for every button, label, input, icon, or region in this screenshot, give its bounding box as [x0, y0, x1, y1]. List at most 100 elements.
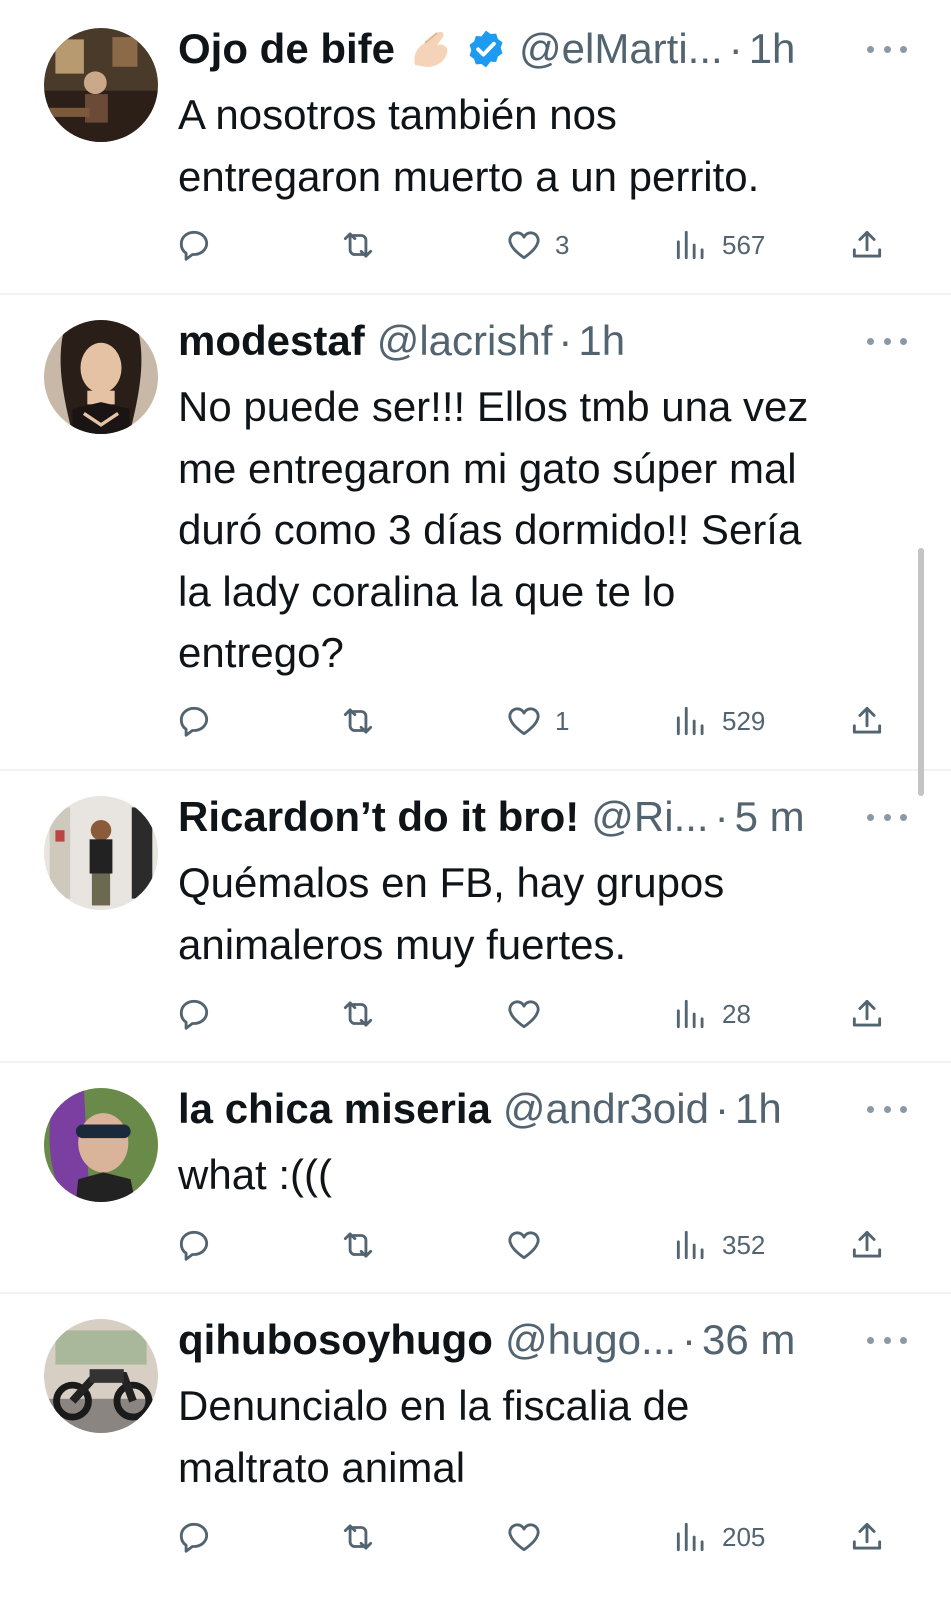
retweet-icon — [343, 1232, 373, 1258]
retweet-icon — [343, 232, 373, 258]
tweet-text: Quémalos en FB, hay grupos animaleros mu… — [178, 852, 878, 975]
reply-button[interactable] — [175, 220, 213, 270]
timestamp[interactable]: 1h — [735, 1085, 782, 1133]
display-name[interactable]: Ricardon’t do it bro! — [178, 793, 579, 841]
retweet-button[interactable] — [339, 989, 377, 1039]
retweet-button[interactable] — [339, 1220, 377, 1270]
heart-icon — [508, 1000, 540, 1029]
tweet[interactable]: Ojo de bife @elMarti... · 1h A nosotros … — [0, 0, 951, 293]
avatar[interactable] — [44, 796, 158, 910]
share-icon — [852, 1522, 882, 1550]
user-handle[interactable]: @elMarti... — [519, 25, 723, 73]
tweet-actions: 28 — [0, 989, 951, 1039]
timestamp[interactable]: 1h — [578, 317, 625, 365]
more-icon[interactable] — [867, 331, 907, 351]
avatar[interactable] — [44, 28, 158, 142]
tweet-header: la chica miseria @andr3oid · 1h — [178, 1081, 861, 1137]
tweet-header: Ricardon’t do it bro! @Ri... · 5 m — [178, 789, 861, 845]
share-icon — [852, 1230, 882, 1258]
like-button[interactable] — [505, 1512, 555, 1562]
tweet-actions: 1 529 — [0, 696, 951, 746]
scrollbar[interactable] — [918, 548, 924, 796]
tweet-text-line: duró como 3 días dormido!! Sería — [178, 506, 802, 553]
views-icon — [676, 999, 704, 1029]
reply-button[interactable] — [175, 696, 213, 746]
reply-icon — [179, 1522, 209, 1553]
retweet-button[interactable] — [339, 1512, 377, 1562]
tweet-text-line: animaleros muy fuertes. — [178, 920, 627, 968]
tweet-text-line: maltrato animal — [178, 1443, 466, 1491]
share-icon — [852, 706, 882, 734]
timestamp[interactable]: 36 m — [702, 1316, 795, 1364]
timestamp[interactable]: 1h — [749, 25, 796, 73]
views-button[interactable]: 352 — [672, 1220, 765, 1270]
display-name[interactable]: qihubosoyhugo — [178, 1316, 493, 1364]
tweet-text-line: entregaron muerto a un perrito. — [178, 152, 760, 200]
tweet-actions: 3 567 — [0, 220, 951, 270]
tweet-text-line: Denuncialo en la fiscalia de — [178, 1382, 690, 1429]
share-button[interactable] — [848, 1220, 886, 1270]
avatar[interactable] — [44, 1088, 158, 1202]
user-handle[interactable]: @lacrishf — [377, 317, 553, 365]
views-icon — [676, 1230, 704, 1260]
display-name[interactable]: modestaf — [178, 317, 365, 365]
tweet-text-line: entrego? — [178, 629, 344, 676]
tweet-text-line: me entregaron mi gato súper mal — [178, 444, 797, 492]
user-handle[interactable]: @Ri... — [591, 793, 708, 841]
share-button[interactable] — [848, 220, 886, 270]
views-button[interactable]: 529 — [672, 696, 765, 746]
tweet[interactable]: la chica miseria @andr3oid · 1h what :((… — [0, 1063, 951, 1292]
more-icon[interactable] — [867, 39, 907, 59]
separator-dot: · — [682, 1316, 697, 1363]
verified-badge-icon — [465, 28, 507, 70]
retweet-button[interactable] — [339, 696, 377, 746]
separator-dot: · — [714, 793, 729, 840]
retweet-icon — [343, 708, 373, 734]
views-icon — [676, 706, 704, 736]
like-button[interactable] — [505, 989, 555, 1039]
tweet[interactable]: Ricardon’t do it bro! @Ri... · 5 m Quéma… — [0, 771, 951, 1061]
tweet-actions: 352 — [0, 1220, 951, 1270]
tweet-text: what :((( — [178, 1144, 878, 1206]
tweet-text-line: Quémalos en FB, hay grupos — [178, 859, 725, 906]
views-button[interactable]: 28 — [672, 989, 751, 1039]
like-count: 1 — [555, 705, 570, 736]
view-count: 352 — [722, 1229, 766, 1260]
avatar[interactable] — [44, 320, 158, 434]
view-count: 28 — [722, 998, 751, 1029]
heart-icon — [508, 707, 540, 736]
tweet[interactable]: modestaf @lacrishf · 1h No puede ser!!! … — [0, 295, 951, 769]
more-icon[interactable] — [867, 807, 907, 827]
reply-icon — [179, 706, 209, 737]
pinching-hand-emoji-icon — [407, 25, 455, 73]
more-icon[interactable] — [867, 1099, 907, 1119]
more-icon[interactable] — [867, 1330, 907, 1350]
retweet-button[interactable] — [339, 220, 377, 270]
like-button[interactable]: 1 — [505, 696, 569, 746]
tweet[interactable]: qihubosoyhugo @hugo... · 36 m Denuncialo… — [0, 1294, 951, 1600]
reply-button[interactable] — [175, 1512, 213, 1562]
avatar[interactable] — [44, 1319, 158, 1433]
reply-button[interactable] — [175, 989, 213, 1039]
display-name[interactable]: la chica miseria — [178, 1085, 491, 1133]
tweet-text-line: No puede ser!!! Ellos tmb una vez — [178, 383, 809, 430]
separator-dot: · — [714, 1085, 729, 1132]
separator-dot: · — [558, 317, 573, 364]
tweet-text-line: A nosotros también nos — [178, 91, 617, 138]
share-button[interactable] — [848, 1512, 886, 1562]
views-button[interactable]: 567 — [672, 220, 765, 270]
display-name[interactable]: Ojo de bife — [178, 25, 395, 73]
heart-icon — [508, 1523, 540, 1552]
reply-icon — [179, 1230, 209, 1261]
retweet-icon — [343, 1001, 373, 1027]
share-button[interactable] — [848, 989, 886, 1039]
views-icon — [676, 1522, 704, 1552]
reply-button[interactable] — [175, 1220, 213, 1270]
timestamp[interactable]: 5 m — [735, 793, 805, 841]
user-handle[interactable]: @hugo... — [505, 1316, 676, 1364]
user-handle[interactable]: @andr3oid — [503, 1085, 709, 1133]
share-button[interactable] — [848, 696, 886, 746]
like-button[interactable] — [505, 1220, 555, 1270]
views-button[interactable]: 205 — [672, 1512, 765, 1562]
like-button[interactable]: 3 — [505, 220, 569, 270]
